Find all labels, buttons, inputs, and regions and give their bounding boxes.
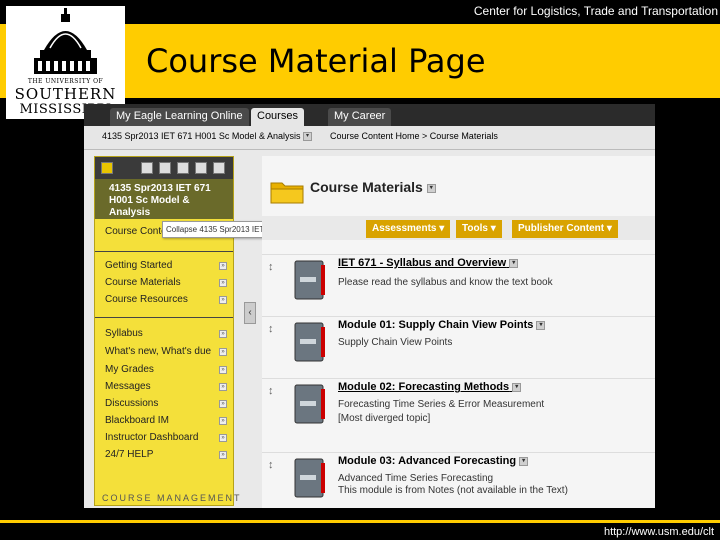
tab-my-career[interactable]: My Career xyxy=(328,108,392,126)
chevron-icon[interactable]: » xyxy=(219,262,227,270)
page-title: Course Materials ▾ xyxy=(310,179,436,195)
book-icon xyxy=(294,384,325,424)
menu-item-blackboard-im[interactable]: Blackboard IM» xyxy=(95,413,233,429)
folder-icon xyxy=(270,182,304,204)
item-note: This module is from Notes (not available… xyxy=(338,485,568,496)
footer-url[interactable]: http://www.usm.edu/clt xyxy=(604,526,714,538)
university-logo: THE UNIVERSITY OF SOUTHERN MISSISSIPPI xyxy=(6,6,125,119)
chevron-down-icon[interactable]: ▾ xyxy=(302,132,312,142)
drag-handle-icon[interactable]: ↕ xyxy=(268,261,280,277)
chevron-icon[interactable]: » xyxy=(219,330,227,338)
chevron-icon[interactable]: » xyxy=(219,366,227,374)
chevron-icon[interactable]: » xyxy=(219,279,227,287)
logo-line-1: THE UNIVERSITY OF xyxy=(27,78,104,85)
content-item: ↕ Module 02: Forecasting Methods ▾ Forec… xyxy=(262,378,655,438)
menu-item-course-resources[interactable]: Course Resources» xyxy=(95,292,233,308)
logo-line-2: SOUTHERN xyxy=(14,85,117,103)
list-view-icon[interactable] xyxy=(141,162,153,174)
menu-divider xyxy=(95,251,233,252)
menu-item-instructor-dashboard[interactable]: Instructor Dashboard» xyxy=(95,430,233,446)
menu-item-getting-started[interactable]: Getting Started» xyxy=(95,258,233,274)
dome-icon xyxy=(34,8,97,74)
chevron-icon[interactable]: » xyxy=(219,296,227,304)
collapse-menu-handle[interactable]: ‹ xyxy=(244,302,256,324)
tab-courses[interactable]: Courses xyxy=(251,108,304,126)
menu-item-messages[interactable]: Messages» xyxy=(95,379,233,395)
item-description: Please read the syllabus and know the te… xyxy=(338,277,553,288)
item-title[interactable]: IET 671 - Syllabus and Overview ▾ xyxy=(338,257,519,269)
drag-handle-icon[interactable]: ↕ xyxy=(268,385,280,401)
item-description: Forecasting Time Series & Error Measurem… xyxy=(338,399,545,410)
book-icon xyxy=(294,322,325,362)
item-description: Advanced Time Series Forecasting xyxy=(338,473,494,484)
chevron-icon[interactable]: » xyxy=(219,348,227,356)
menu-item-course-materials[interactable]: Course Materials» xyxy=(95,275,233,291)
book-icon xyxy=(294,458,325,498)
item-note: [Most diverged topic] xyxy=(338,413,431,424)
content-item: ↕ IET 671 - Syllabus and Overview ▾ Plea… xyxy=(262,254,655,314)
refresh-icon[interactable] xyxy=(195,162,207,174)
slide-header: Center for Logistics, Trade and Transpor… xyxy=(473,4,718,18)
content-item: ↕ Module 03: Advanced Forecasting ▾ Adva… xyxy=(262,452,655,508)
chevron-down-icon[interactable]: ▾ xyxy=(519,456,529,466)
item-description: Supply Chain View Points xyxy=(338,337,453,348)
menu-item-discussions[interactable]: Discussions» xyxy=(95,396,233,412)
menu-item-my-grades[interactable]: My Grades» xyxy=(95,362,233,378)
breadcrumb-trail[interactable]: Course Content Home > Course Materials xyxy=(330,131,498,141)
item-title[interactable]: Module 02: Forecasting Methods ▾ xyxy=(338,381,522,393)
course-screenshot: My Eagle Learning Online Courses My Care… xyxy=(84,104,655,508)
content-area: Course Materials ▾ Assessments ▾ Tools ▾… xyxy=(262,156,655,508)
chevron-down-icon[interactable]: ▾ xyxy=(426,183,436,193)
menu-item-whats-new[interactable]: What's new, What's due» xyxy=(95,344,233,360)
course-menu-title[interactable]: 4135 Spr2013 IET 671 H001 Sc Model & Ana… xyxy=(95,179,233,219)
menu-publisher-content[interactable]: Publisher Content ▾ xyxy=(512,220,618,238)
top-nav: My Eagle Learning Online Courses My Care… xyxy=(84,104,655,126)
item-title[interactable]: Module 01: Supply Chain View Points ▾ xyxy=(338,319,546,331)
folder-view-icon[interactable] xyxy=(159,162,171,174)
content-menubar: Assessments ▾ Tools ▾ Publisher Content … xyxy=(262,216,655,240)
reorder-icon[interactable] xyxy=(213,162,225,174)
chevron-icon[interactable]: » xyxy=(219,383,227,391)
chevron-icon[interactable]: » xyxy=(219,400,227,408)
chevron-down-icon[interactable]: ▾ xyxy=(512,382,522,392)
course-menu-toolbar xyxy=(95,157,233,179)
tab-my-eagle[interactable]: My Eagle Learning Online xyxy=(110,108,249,126)
breadcrumb-course[interactable]: 4135 Spr2013 IET 671 H001 Sc Model & Ana… xyxy=(102,131,312,142)
chevron-icon[interactable]: » xyxy=(219,451,227,459)
menu-divider xyxy=(95,317,233,318)
menu-item-help[interactable]: 24/7 HELP» xyxy=(95,447,233,463)
chevron-down-icon[interactable]: ▾ xyxy=(536,320,546,330)
item-title[interactable]: Module 03: Advanced Forecasting ▾ xyxy=(338,455,529,467)
menu-tools[interactable]: Tools ▾ xyxy=(456,220,502,238)
chevron-icon[interactable]: » xyxy=(219,417,227,425)
chevron-icon[interactable]: » xyxy=(219,434,227,442)
footer-bar xyxy=(0,520,720,523)
window-icon[interactable] xyxy=(177,162,189,174)
course-management-label[interactable]: COURSE MANAGEMENT xyxy=(102,493,242,503)
drag-handle-icon[interactable]: ↕ xyxy=(268,459,280,475)
drag-handle-icon[interactable]: ↕ xyxy=(268,323,280,339)
add-icon[interactable] xyxy=(101,162,113,174)
menu-assessments[interactable]: Assessments ▾ xyxy=(366,220,451,238)
chevron-down-icon[interactable]: ▾ xyxy=(509,258,519,268)
menu-item-syllabus[interactable]: Syllabus» xyxy=(95,326,233,342)
course-menu: 4135 Spr2013 IET 671 H001 Sc Model & Ana… xyxy=(94,156,234,506)
breadcrumb: 4135 Spr2013 IET 671 H001 Sc Model & Ana… xyxy=(84,126,655,150)
content-item: ↕ Module 01: Supply Chain View Points ▾ … xyxy=(262,316,655,376)
slide-title: Course Material Page xyxy=(146,42,486,80)
book-icon xyxy=(294,260,325,300)
